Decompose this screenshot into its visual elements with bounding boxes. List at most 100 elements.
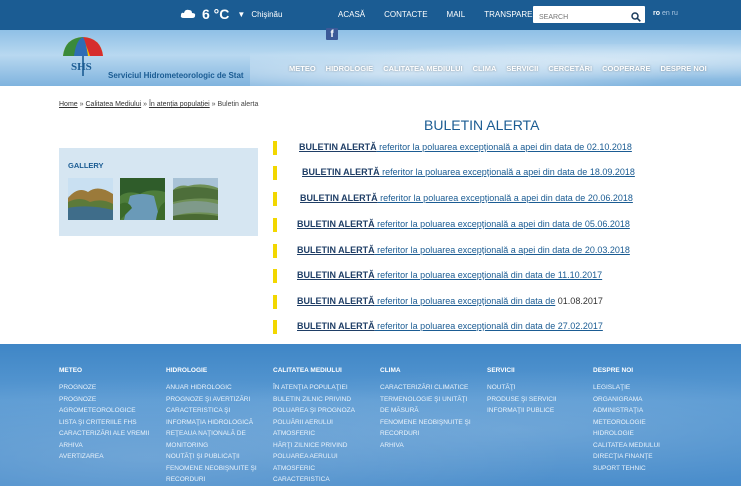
- nav-cercetari[interactable]: CERCETĂRI: [548, 64, 592, 73]
- footer-link[interactable]: RECORDURI: [166, 474, 257, 486]
- footer-link[interactable]: ORGANIGRAMA: [593, 394, 660, 406]
- site-name[interactable]: Serviciul Hidrometeorologic de Stat: [108, 71, 244, 80]
- footer-link[interactable]: FENOMENE NEOBIŞNUITE ŞI: [380, 417, 471, 429]
- footer-link[interactable]: DE MĂSURĂ: [380, 405, 471, 417]
- bulletin-item[interactable]: BULETIN ALERTĂ referitor la poluarea exc…: [273, 215, 693, 235]
- weather-widget[interactable]: 6 °C ▼ Chişinău: [180, 6, 282, 22]
- nav-cooperare[interactable]: COOPERARE: [602, 64, 650, 73]
- top-nav-mail[interactable]: MAIL: [447, 10, 466, 19]
- bulletin-item[interactable]: BULETIN ALERTĂ referitor la poluarea exc…: [273, 163, 693, 183]
- footer-link[interactable]: FENOMENE NEOBIŞNUITE ŞI: [166, 463, 257, 475]
- footer-link[interactable]: AVERTIZAREA: [59, 451, 149, 463]
- bulletin-link-text[interactable]: referitor la poluarea excepţională a ape…: [378, 193, 633, 203]
- footer-link[interactable]: POLUAREA ŞI PROGNOZA: [273, 405, 355, 417]
- bulletin-item[interactable]: BULETIN ALERTĂ referitor la poluarea exc…: [273, 138, 693, 158]
- top-nav-contacte[interactable]: CONTACTE: [384, 10, 427, 19]
- footer-link[interactable]: HĂRŢI ZILNICE PRIVIND: [273, 440, 355, 452]
- bulletin-link-text[interactable]: referitor la poluarea excepţională din d…: [375, 270, 602, 280]
- footer-link[interactable]: SUPORT TEHNIC: [593, 463, 660, 475]
- lang-ru[interactable]: ru: [672, 10, 678, 17]
- footer-link[interactable]: NOUTĂŢI: [487, 382, 557, 394]
- bulletin-item[interactable]: BULETIN ALERTĂ referitor la poluarea exc…: [273, 241, 693, 261]
- footer-link[interactable]: CARACTERIZĂRI ALE VREMII: [59, 428, 149, 440]
- footer-link[interactable]: REŢEAUA NAŢIONALĂ DE: [166, 428, 257, 440]
- breadcrumb-calitatea-mediului[interactable]: Calitatea Mediului: [86, 101, 142, 108]
- footer-link[interactable]: ANUAR HIDROLOGIC: [166, 382, 257, 394]
- bulletin-item[interactable]: BULETIN ALERTĂ referitor la poluarea exc…: [273, 189, 693, 209]
- bulletin-link[interactable]: BULETIN ALERTĂ: [297, 321, 375, 331]
- footer-link[interactable]: POLUAREA AERULUI: [273, 451, 355, 463]
- bulletin-link[interactable]: BULETIN ALERTĂ: [297, 270, 375, 280]
- footer-link[interactable]: PROGNOZE: [59, 382, 149, 394]
- bulletin-link-text[interactable]: referitor la poluarea excepţională a ape…: [377, 142, 632, 152]
- footer-link[interactable]: TERMENOLOGIE ŞI UNITĂŢI: [380, 394, 471, 406]
- footer-link[interactable]: RECORDURI: [380, 428, 471, 440]
- footer-heading[interactable]: SERVICII: [487, 367, 557, 374]
- city-selector[interactable]: Chişinău: [251, 10, 282, 19]
- search-input[interactable]: [533, 9, 628, 26]
- bulletin-link[interactable]: BULETIN ALERTĂ: [302, 167, 380, 177]
- bulletin-item[interactable]: BULETIN ALERTĂ referitor la poluarea exc…: [273, 266, 693, 286]
- footer-link[interactable]: ÎN ATENŢIA POPULAŢIEI: [273, 382, 355, 394]
- footer-link[interactable]: INFORMAŢIA HIDROLOGICĂ: [166, 417, 257, 429]
- bulletin-link[interactable]: BULETIN ALERTĂ: [297, 296, 375, 306]
- nav-calitatea-mediului[interactable]: CALITATEA MEDIULUI: [383, 64, 462, 73]
- footer-link[interactable]: CARACTERISTICA: [273, 474, 355, 486]
- nav-meteo[interactable]: METEO: [289, 64, 316, 73]
- footer-link[interactable]: CALITATEA MEDIULUI: [593, 440, 660, 452]
- footer-heading[interactable]: CALITATEA MEDIULUI: [273, 367, 355, 374]
- facebook-icon[interactable]: f: [326, 28, 338, 40]
- gallery-thumbnail[interactable]: [120, 178, 165, 220]
- footer-heading[interactable]: CLIMA: [380, 367, 471, 374]
- footer-link[interactable]: ARHIVA: [380, 440, 471, 452]
- footer-link[interactable]: PROGNOZE: [59, 394, 149, 406]
- bulletin-item[interactable]: BULETIN ALERTĂ referitor la poluarea exc…: [273, 292, 693, 312]
- lang-ro[interactable]: ro: [653, 10, 660, 17]
- footer-heading[interactable]: HIDROLOGIE: [166, 367, 257, 374]
- bulletin-item[interactable]: BULETIN ALERTĂ referitor la poluarea exc…: [273, 317, 693, 337]
- nav-despre-noi[interactable]: DESPRE NOI: [660, 64, 706, 73]
- bulletin-link[interactable]: BULETIN ALERTĂ: [297, 219, 375, 229]
- footer-link[interactable]: NOUTĂŢI ŞI PUBLICAŢII: [166, 451, 257, 463]
- footer-link[interactable]: CARACTERIZĂRI CLIMATICE: [380, 382, 471, 394]
- footer-link[interactable]: DIRECŢIA FINANŢE: [593, 451, 660, 463]
- breadcrumb-in-atentia-populatiei[interactable]: În atenția populației: [149, 101, 210, 108]
- search-icon[interactable]: [631, 9, 641, 27]
- nav-hidrologie[interactable]: HIDROLOGIE: [326, 64, 374, 73]
- bulletin-link-text[interactable]: referitor la poluarea excepţională a ape…: [375, 245, 630, 255]
- footer-link[interactable]: LEGISLAŢIE: [593, 382, 660, 394]
- footer-link[interactable]: HIDROLOGIE: [593, 428, 660, 440]
- top-nav-acasa[interactable]: ACASĂ: [338, 10, 365, 19]
- bulletin-link[interactable]: BULETIN ALERTĂ: [297, 245, 375, 255]
- chevron-down-icon[interactable]: ▼: [237, 10, 245, 19]
- footer-heading[interactable]: METEO: [59, 367, 149, 374]
- bulletin-link-text[interactable]: referitor la poluarea excepţională din d…: [375, 321, 603, 331]
- gallery-thumbnail[interactable]: [173, 178, 218, 220]
- bulletin-link-text[interactable]: referitor la poluarea excepţională a ape…: [380, 167, 635, 177]
- breadcrumb-home[interactable]: Home: [59, 101, 78, 108]
- footer-link[interactable]: BULETIN ZILNIC PRIVIND: [273, 394, 355, 406]
- nav-clima[interactable]: CLIMA: [473, 64, 497, 73]
- bulletin-link-text[interactable]: referitor la poluarea excepţională a ape…: [375, 219, 630, 229]
- footer-link[interactable]: POLUĂRII AERULUI: [273, 417, 355, 429]
- footer-link[interactable]: LISTA ŞI CRITERIILE FHS: [59, 417, 149, 429]
- footer-link[interactable]: ARHIVA: [59, 440, 149, 452]
- footer-link[interactable]: METEOROLOGIE: [593, 417, 660, 429]
- footer-link[interactable]: ATMOSFERIC: [273, 463, 355, 475]
- footer-link[interactable]: ATMOSFERIC: [273, 428, 355, 440]
- footer-link[interactable]: ADMINISTRAŢIA: [593, 405, 660, 417]
- footer-link[interactable]: MONITORING: [166, 440, 257, 452]
- nav-servicii[interactable]: SERVICII: [506, 64, 538, 73]
- footer-heading[interactable]: DESPRE NOI: [593, 367, 660, 374]
- footer-link[interactable]: CARACTERISTICA ŞI: [166, 405, 257, 417]
- footer-link[interactable]: INFORMAŢII PUBLICE: [487, 405, 557, 417]
- footer-link[interactable]: PROGNOZE ŞI AVERTIZĂRI: [166, 394, 257, 406]
- gallery-thumbnail[interactable]: [68, 178, 113, 220]
- bulletin-link[interactable]: BULETIN ALERTĂ: [300, 193, 378, 203]
- footer-link[interactable]: PRODUSE ŞI SERVICII: [487, 394, 557, 406]
- bulletin-link[interactable]: BULETIN ALERTĂ: [299, 142, 377, 152]
- footer-link[interactable]: AGROMETEOROLOGICE: [59, 405, 149, 417]
- site-logo[interactable]: SHS: [60, 34, 106, 85]
- bulletin-link-text[interactable]: referitor la poluarea excepţională din d…: [375, 296, 555, 306]
- lang-en[interactable]: en: [662, 10, 670, 17]
